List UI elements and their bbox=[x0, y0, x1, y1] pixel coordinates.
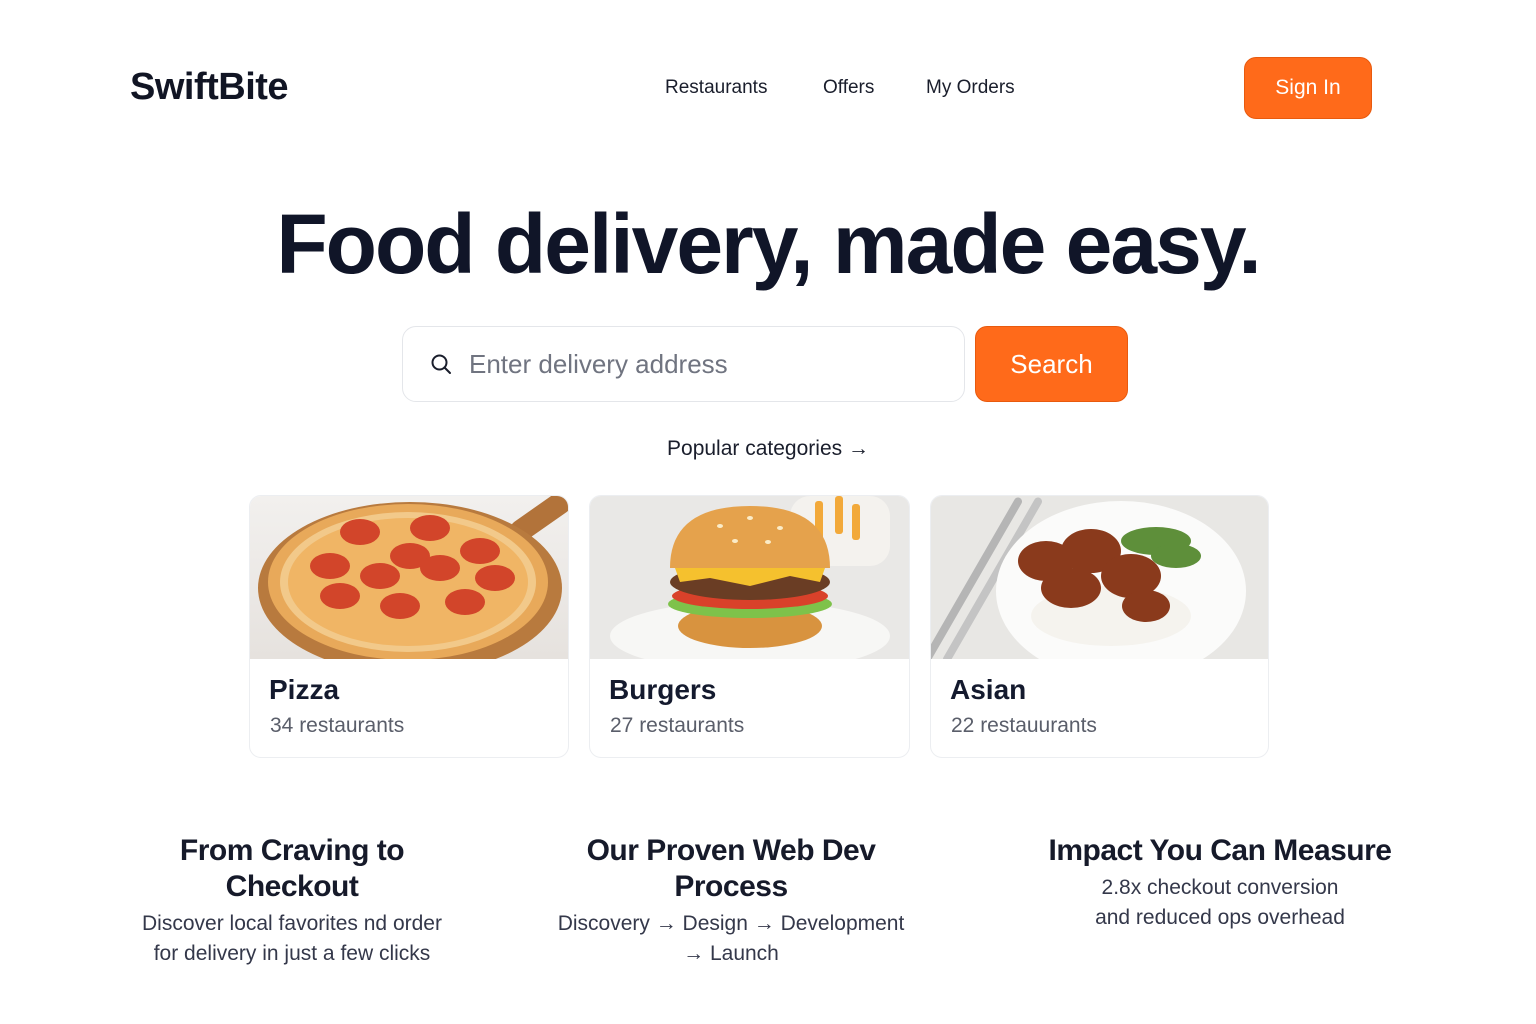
feature-web-dev-process: Our Proven Web Dev Process Discovery → D… bbox=[548, 833, 914, 969]
category-count: 34 restaurants bbox=[270, 714, 405, 737]
feature-impact: Impact You Can Measure 2.8x checkout con… bbox=[1040, 833, 1400, 933]
category-name: Asian bbox=[950, 674, 1027, 705]
asian-dish-image bbox=[931, 496, 1268, 659]
category-name: Burgers bbox=[609, 674, 717, 705]
search-icon bbox=[431, 354, 451, 374]
sign-in-button[interactable]: Sign In bbox=[1244, 57, 1372, 119]
popular-categories-link[interactable]: Popular categories → bbox=[0, 437, 1536, 461]
hero-title: Food delivery, made easy. bbox=[276, 197, 1261, 291]
nav-offers[interactable]: Offers bbox=[823, 77, 874, 99]
category-count: 22 restauurants bbox=[951, 714, 1097, 737]
address-input[interactable] bbox=[469, 348, 929, 380]
category-card-asian[interactable]: Asian 22 restauurants bbox=[930, 495, 1269, 758]
burger-image bbox=[590, 496, 909, 659]
search-button[interactable]: Search bbox=[975, 326, 1128, 402]
pizza-image bbox=[250, 496, 568, 659]
nav-restaurants[interactable]: Restaurants bbox=[665, 77, 767, 99]
feature-title: From Craving to Checkout bbox=[179, 834, 405, 903]
category-card-burgers[interactable]: Burgers 27 restaurants bbox=[589, 495, 910, 758]
category-name: Pizza bbox=[269, 674, 340, 705]
feature-text: Discovery → Design → Development → Launch bbox=[557, 912, 905, 965]
category-card-pizza[interactable]: Pizza 34 restaurants bbox=[249, 495, 569, 758]
nav-my-orders[interactable]: My Orders bbox=[926, 77, 1015, 99]
feature-text: Discover local favorites nd order for del… bbox=[142, 912, 442, 965]
feature-title: Our Proven Web Dev Process bbox=[586, 834, 876, 903]
feature-craving-to-checkout: From Craving to Checkout Discover local … bbox=[120, 833, 464, 969]
feature-title: Impact You Can Measure bbox=[1048, 834, 1393, 867]
category-count: 27 restaurants bbox=[610, 714, 745, 737]
feature-text: 2.8x checkout conversion and reduced ops … bbox=[1095, 876, 1345, 929]
search-box bbox=[402, 326, 965, 402]
